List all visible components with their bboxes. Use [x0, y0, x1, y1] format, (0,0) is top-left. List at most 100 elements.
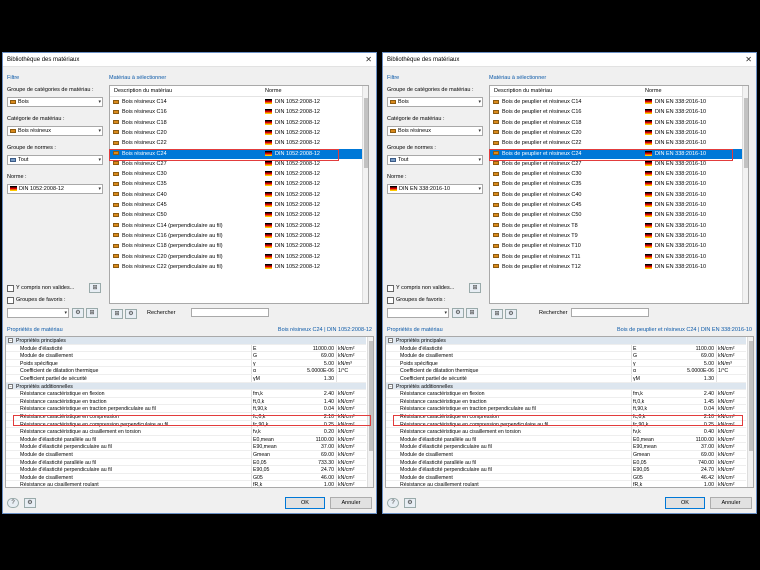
list-item[interactable]: Bois résineux C14 DIN 1052:2008-12 — [110, 97, 368, 107]
list-scrollbar[interactable] — [742, 86, 748, 303]
help-icon[interactable]: ? — [387, 498, 399, 508]
favorite-icon[interactable]: ⚙ — [125, 309, 137, 319]
favorites-combo[interactable]: ▾ — [7, 308, 69, 318]
list-item[interactable]: Bois de peuplier et résineux C50 DIN EN 3… — [490, 210, 748, 220]
material-norm: DIN 1052:2008-12 — [275, 160, 320, 167]
include-invalid-checkbox[interactable] — [7, 285, 14, 292]
list-item[interactable]: Bois de peuplier et résineux C45 DIN EN 3… — [490, 200, 748, 210]
norm-group-combo[interactable]: Tout ▾ — [7, 155, 103, 165]
filter-icon[interactable]: ⊞ — [469, 283, 481, 293]
favorite-add-icon[interactable]: ⚙ — [72, 308, 84, 318]
list-item[interactable]: Bois de peuplier et résineux C16 DIN EN 3… — [490, 107, 748, 117]
column-header-description[interactable]: Description du matériau — [114, 88, 172, 94]
property-group-row[interactable]: − Propriétés principales — [386, 337, 746, 345]
list-item[interactable]: Bois de peuplier et résineux T12 DIN EN 3… — [490, 262, 748, 272]
list-item[interactable]: Bois de peuplier et résineux T8 DIN EN 33… — [490, 221, 748, 231]
list-item[interactable]: Bois résineux C40 DIN 1052:2008-12 — [110, 190, 368, 200]
list-item[interactable]: Bois de peuplier et résineux T10 DIN EN 3… — [490, 241, 748, 251]
list-item[interactable]: Bois résineux C16 (perpendiculaire au fi… — [110, 231, 368, 241]
list-item[interactable]: Bois résineux C35 DIN 1052:2008-12 — [110, 179, 368, 189]
list-item[interactable]: Bois résineux C45 DIN 1052:2008-12 — [110, 200, 368, 210]
property-group-row[interactable]: − Propriétés principales — [6, 337, 366, 345]
collapse-icon[interactable]: − — [8, 383, 15, 390]
close-icon[interactable]: ✕ — [365, 55, 372, 64]
chevron-down-icon: ▾ — [98, 186, 101, 192]
property-label: Résistance caractéristique en traction — [20, 398, 107, 405]
collapse-icon[interactable]: − — [8, 338, 15, 344]
material-norm: DIN EN 338:2016-10 — [655, 181, 707, 188]
material-description: Bois résineux C20 — [122, 129, 167, 136]
list-item[interactable]: Bois résineux C22 (perpendiculaire au fi… — [110, 262, 368, 272]
cancel-button[interactable]: Annuler — [710, 497, 752, 509]
scrollbar-thumb[interactable] — [364, 98, 368, 168]
properties-scrollbar[interactable] — [747, 337, 753, 487]
property-group-row[interactable]: − Propriétés additionnelles — [386, 382, 746, 391]
list-item[interactable]: Bois de peuplier et résineux C40 DIN EN 3… — [490, 190, 748, 200]
search-input[interactable] — [191, 308, 269, 317]
list-item[interactable]: Bois de peuplier et résineux T9 DIN EN 33… — [490, 231, 748, 241]
category-label: Catégorie de matériau : — [387, 116, 445, 122]
norm-group-combo[interactable]: Tout ▾ — [387, 155, 483, 165]
close-icon[interactable]: ✕ — [745, 55, 752, 64]
list-item[interactable]: Bois de peuplier et résineux C18 DIN EN 3… — [490, 118, 748, 128]
chevron-down-icon: ▾ — [98, 128, 101, 134]
settings-icon[interactable]: ⚙ — [404, 498, 416, 508]
material-wood-icon — [113, 120, 121, 126]
list-item[interactable]: Bois de peuplier et résineux C22 DIN EN 3… — [490, 138, 748, 148]
material-description: Bois de peuplier et résineux C35 — [502, 181, 582, 188]
list-item[interactable]: Bois résineux C50 DIN 1052:2008-12 — [110, 210, 368, 220]
list-scrollbar[interactable] — [362, 86, 368, 303]
scrollbar-thumb[interactable] — [744, 98, 748, 168]
collapse-icon[interactable]: − — [388, 338, 395, 344]
category-group-combo[interactable]: Bois ▾ — [7, 97, 103, 107]
scrollbar-thumb[interactable] — [369, 341, 373, 451]
favorite-add-icon[interactable]: ⚙ — [452, 308, 464, 318]
new-folder-icon[interactable]: ⊞ — [111, 309, 123, 319]
list-item[interactable]: Bois de peuplier et résineux C30 DIN EN 3… — [490, 169, 748, 179]
material-wood-icon — [113, 254, 121, 260]
category-combo[interactable]: Bois résineux ▾ — [387, 126, 483, 136]
list-item[interactable]: Bois résineux C16 DIN 1052:2008-12 — [110, 107, 368, 117]
favorite-edit-icon[interactable]: ⊞ — [86, 308, 98, 318]
cancel-button[interactable]: Annuler — [330, 497, 372, 509]
category-combo[interactable]: Bois résineux ▾ — [7, 126, 103, 136]
norm-combo[interactable]: DIN EN 338:2016-10 ▾ — [387, 184, 483, 194]
search-label: Rechercher — [147, 310, 176, 316]
list-item[interactable]: Bois résineux C18 DIN 1052:2008-12 — [110, 118, 368, 128]
list-item[interactable]: Bois résineux C22 DIN 1052:2008-12 — [110, 138, 368, 148]
filter-icon[interactable]: ⊞ — [89, 283, 101, 293]
favorites-checkbox[interactable] — [387, 297, 394, 304]
favorite-edit-icon[interactable]: ⊞ — [466, 308, 478, 318]
collapse-icon[interactable]: − — [388, 383, 395, 390]
help-icon[interactable]: ? — [7, 498, 19, 508]
scrollbar-thumb[interactable] — [749, 341, 753, 451]
column-header-norm[interactable]: Norme — [265, 88, 282, 94]
list-item[interactable]: Bois de peuplier et résineux T11 DIN EN 3… — [490, 252, 748, 262]
property-group-row[interactable]: − Propriétés additionnelles — [6, 382, 366, 391]
list-item[interactable]: Bois de peuplier et résineux C14 DIN EN 3… — [490, 97, 748, 107]
norm-combo[interactable]: DIN 1052:2008-12 ▾ — [7, 184, 103, 194]
list-item[interactable]: Bois de peuplier et résineux C20 DIN EN 3… — [490, 128, 748, 138]
category-group-combo[interactable]: Bois ▾ — [387, 97, 483, 107]
properties-scrollbar[interactable] — [367, 337, 373, 487]
include-invalid-checkbox[interactable] — [387, 285, 394, 292]
list-item[interactable]: Bois résineux C20 DIN 1052:2008-12 — [110, 128, 368, 138]
list-item[interactable]: Bois de peuplier et résineux C35 DIN EN 3… — [490, 179, 748, 189]
favorite-icon[interactable]: ⚙ — [505, 309, 517, 319]
property-group-label: Propriétés principales — [396, 338, 446, 344]
ok-button[interactable]: OK — [285, 497, 325, 509]
list-item[interactable]: Bois résineux C30 DIN 1052:2008-12 — [110, 169, 368, 179]
settings-icon[interactable]: ⚙ — [24, 498, 36, 508]
column-header-norm[interactable]: Norme — [645, 88, 662, 94]
property-symbol: E — [631, 344, 686, 352]
favorites-combo[interactable]: ▾ — [387, 308, 449, 318]
property-unit: kN/cm² — [336, 435, 368, 443]
new-folder-icon[interactable]: ⊞ — [491, 309, 503, 319]
list-item[interactable]: Bois résineux C20 (perpendiculaire au fi… — [110, 252, 368, 262]
search-input[interactable] — [571, 308, 649, 317]
column-header-description[interactable]: Description du matériau — [494, 88, 552, 94]
ok-button[interactable]: OK — [665, 497, 705, 509]
favorites-checkbox[interactable] — [7, 297, 14, 304]
list-item[interactable]: Bois résineux C18 (perpendiculaire au fi… — [110, 241, 368, 251]
list-item[interactable]: Bois résineux C14 (perpendiculaire au fi… — [110, 221, 368, 231]
